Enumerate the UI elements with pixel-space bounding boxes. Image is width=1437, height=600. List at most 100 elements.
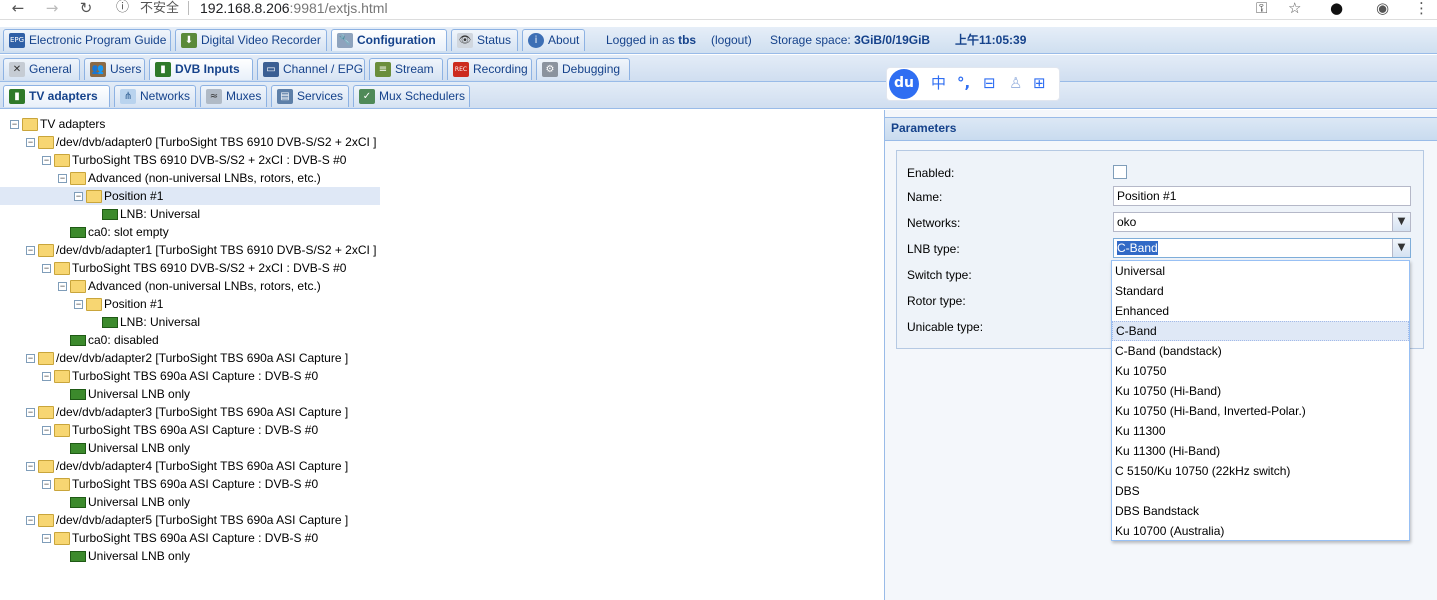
tab-configuration[interactable]: 🔧 Configuration (331, 29, 447, 51)
collapse-icon[interactable]: − (26, 516, 35, 525)
tree-node[interactable]: − /dev/dvb/adapter2 [TurboSight TBS 690a … (0, 349, 380, 367)
tab-tv-adapters[interactable]: ▮ TV adapters (3, 85, 110, 107)
tab-status[interactable]: 👁 Status (451, 29, 518, 51)
tree-node[interactable]: − TurboSight TBS 690a ASI Capture : DVB-S… (0, 367, 380, 385)
collapse-icon[interactable]: − (26, 138, 35, 147)
info-circle-icon[interactable]: ⓘ (116, 0, 129, 16)
collapse-icon[interactable]: − (26, 246, 35, 255)
tab-recording[interactable]: REC Recording (447, 58, 532, 80)
logout-link[interactable]: (logout) (711, 33, 752, 47)
dropdown-option[interactable]: Ku 10700 (Australia) (1112, 521, 1409, 541)
tree-node[interactable]: − TurboSight TBS 690a ASI Capture : DVB-S… (0, 475, 380, 493)
chevron-down-icon[interactable]: ▼ (1392, 213, 1410, 231)
collapse-icon[interactable]: − (42, 534, 51, 543)
mux-icon: ≈ (206, 89, 222, 104)
collapse-icon[interactable]: − (74, 300, 83, 309)
collapse-icon[interactable]: − (42, 264, 51, 273)
switch-type-label: Switch type: (907, 268, 972, 282)
tree-node[interactable]: − TurboSight TBS 6910 DVB-S/S2 + 2xCI : D… (0, 259, 380, 277)
dropdown-option[interactable]: Ku 11300 (1112, 421, 1409, 441)
tab-stream[interactable]: ≡ Stream (369, 58, 443, 80)
lnb-type-dropdown[interactable]: Universal Standard Enhanced C-Band C-Band (b… (1111, 260, 1410, 541)
collapse-icon[interactable]: − (26, 408, 35, 417)
tab-epg[interactable]: EPG Electronic Program Guide (3, 29, 171, 51)
collapse-icon[interactable]: − (10, 120, 19, 129)
dropdown-option[interactable]: Ku 11300 (Hi-Band) (1112, 441, 1409, 461)
tree-node[interactable]: Universal LNB only (0, 385, 380, 403)
collapse-icon[interactable]: − (26, 462, 35, 471)
tab-users[interactable]: 👥 Users (84, 58, 145, 80)
tab-dvb-inputs[interactable]: ▮ DVB Inputs (149, 58, 253, 80)
dropdown-option[interactable]: C-Band (1112, 321, 1409, 341)
tree-node[interactable]: − TurboSight TBS 6910 DVB-S/S2 + 2xCI : D… (0, 151, 380, 169)
tree-node[interactable]: Universal LNB only (0, 439, 380, 457)
toolbox-icon[interactable]: ⊟ (983, 74, 996, 92)
name-field[interactable]: Position #1 (1113, 186, 1411, 206)
tools-icon: ✕ (9, 62, 25, 77)
collapse-icon[interactable]: − (42, 372, 51, 381)
chinese-mode-button[interactable]: 中 (931, 74, 946, 92)
tab-networks[interactable]: ⋔ Networks (114, 85, 196, 107)
tree-node[interactable]: − /dev/dvb/adapter5 [TurboSight TBS 690a … (0, 511, 380, 529)
grid-icon[interactable]: ⊞ (1033, 74, 1046, 92)
dropdown-option[interactable]: Ku 10750 (Hi-Band, Inverted-Polar.) (1112, 401, 1409, 421)
tree-node[interactable]: − /dev/dvb/adapter4 [TurboSight TBS 690a … (0, 457, 380, 475)
tab-general[interactable]: ✕ General (3, 58, 80, 80)
tab-mux-schedulers[interactable]: ✓ Mux Schedulers (353, 85, 470, 107)
tree-node[interactable]: − TurboSight TBS 690a ASI Capture : DVB-S… (0, 421, 380, 439)
tree-node[interactable]: − /dev/dvb/adapter0 [TurboSight TBS 6910 … (0, 133, 380, 151)
dropdown-option[interactable]: Enhanced (1112, 301, 1409, 321)
dropdown-option[interactable]: C 5150/Ku 10750 (22kHz switch) (1112, 461, 1409, 481)
punctuation-button[interactable]: °, (957, 74, 970, 92)
tab-dvr[interactable]: ⬇ Digital Video Recorder (175, 29, 327, 51)
collapse-icon[interactable]: − (26, 354, 35, 363)
collapse-icon[interactable]: − (42, 156, 51, 165)
tree-node[interactable]: ca0: disabled (0, 331, 380, 349)
tree-node[interactable]: − Position #1 (0, 187, 380, 205)
forward-icon[interactable]: → (42, 0, 62, 18)
dropdown-option[interactable]: Ku 10750 (Hi-Band) (1112, 381, 1409, 401)
tree-node[interactable]: − /dev/dvb/adapter1 [TurboSight TBS 6910 … (0, 241, 380, 259)
dropdown-option[interactable]: Ku 10750 (1112, 361, 1409, 381)
collapse-icon[interactable]: − (74, 192, 83, 201)
menu-icon[interactable]: ⋮ (1414, 0, 1429, 16)
tab-services[interactable]: ▤ Services (271, 85, 349, 107)
tree-node[interactable]: − Advanced (non-universal LNBs, rotors, e… (0, 277, 380, 295)
collapse-icon[interactable]: − (42, 426, 51, 435)
tree-node[interactable]: − Advanced (non-universal LNBs, rotors, e… (0, 169, 380, 187)
collapse-icon[interactable]: − (58, 174, 67, 183)
extension-icon[interactable]: ● (1330, 0, 1343, 16)
tree-node[interactable]: − /dev/dvb/adapter3 [TurboSight TBS 690a … (0, 403, 380, 421)
tree-node[interactable]: LNB: Universal (0, 205, 380, 223)
account-icon[interactable]: ◉ (1376, 0, 1389, 16)
networks-select[interactable]: oko ▼ (1113, 212, 1411, 232)
tab-about[interactable]: i About (522, 29, 585, 51)
tree-node[interactable]: ca0: slot empty (0, 223, 380, 241)
dropdown-option[interactable]: C-Band (bandstack) (1112, 341, 1409, 361)
back-icon[interactable]: ← (8, 0, 28, 18)
chevron-down-icon[interactable]: ▼ (1392, 239, 1410, 257)
tab-muxes[interactable]: ≈ Muxes (200, 85, 267, 107)
key-icon[interactable]: ⚿ (1256, 0, 1267, 16)
tree-node[interactable]: − TurboSight TBS 690a ASI Capture : DVB-S… (0, 529, 380, 547)
reload-icon[interactable]: ↻ (76, 0, 96, 18)
baidu-logo[interactable]: du (889, 69, 919, 99)
collapse-icon[interactable]: − (42, 480, 51, 489)
collapse-icon[interactable]: − (58, 282, 67, 291)
user-icon[interactable]: ♙ (1009, 74, 1022, 92)
dropdown-option[interactable]: DBS Bandstack (1112, 501, 1409, 521)
address-bar[interactable]: 192.168.8.206:9981/extjs.html (200, 0, 388, 16)
dropdown-option[interactable]: Universal (1112, 261, 1409, 281)
tree-node[interactable]: Universal LNB only (0, 493, 380, 511)
tab-debugging[interactable]: ⚙ Debugging (536, 58, 630, 80)
tree-node[interactable]: Universal LNB only (0, 547, 380, 565)
lnb-type-select[interactable]: C-Band ▼ (1113, 238, 1411, 258)
dropdown-option[interactable]: DBS (1112, 481, 1409, 501)
tree-node[interactable]: LNB: Universal (0, 313, 380, 331)
star-icon[interactable]: ☆ (1288, 0, 1301, 16)
tree-node[interactable]: − Position #1 (0, 295, 380, 313)
tree-node[interactable]: − TV adapters (0, 115, 380, 133)
dropdown-option[interactable]: Standard (1112, 281, 1409, 301)
enabled-checkbox[interactable] (1113, 165, 1127, 179)
tab-channel-epg[interactable]: ▭ Channel / EPG (257, 58, 365, 80)
